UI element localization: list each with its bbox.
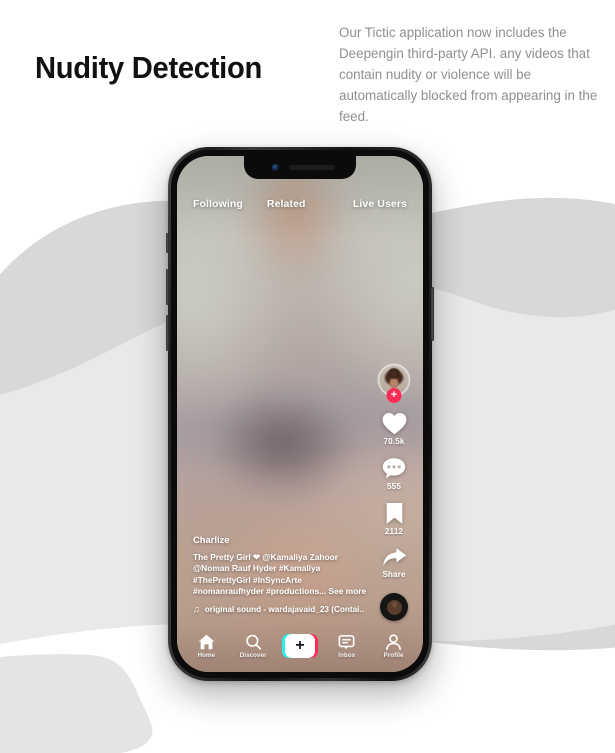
comment-icon — [382, 458, 406, 479]
tabbar-profile[interactable]: Profile — [373, 633, 415, 659]
like-count: 70.5k — [383, 437, 405, 446]
search-icon — [245, 634, 261, 650]
follow-plus-icon[interactable]: + — [386, 388, 402, 403]
action-rail: + 70.5k 555 2112 Share — [373, 364, 415, 621]
phone-mute-switch[interactable] — [166, 233, 169, 253]
comment-button[interactable]: 555 — [382, 457, 406, 491]
headline-block: Nudity Detection — [35, 50, 277, 86]
blob-hexagon — [0, 654, 153, 753]
comment-count: 555 — [387, 482, 401, 491]
tabbar-discover-label: Discover — [239, 651, 267, 659]
feed-top-tabs: Following Related Live Users — [177, 198, 423, 210]
like-button[interactable]: 70.5k — [382, 412, 407, 446]
create-plus-glyph: + — [284, 634, 315, 658]
inbox-message-icon — [338, 634, 355, 649]
caption-username[interactable]: Charlize — [193, 534, 353, 545]
record-cover-art — [386, 599, 402, 615]
page-description: Our Tictic application now includes the … — [339, 25, 598, 124]
share-arrow-icon — [382, 548, 406, 566]
tabbar-inbox[interactable]: Inbox — [326, 634, 368, 659]
page-title: Nudity Detection — [35, 50, 263, 85]
decoration-circle-small — [50, 725, 60, 735]
phone-notch — [244, 156, 356, 179]
tabbar-create[interactable]: + — [279, 634, 321, 658]
phone-power-button[interactable] — [431, 287, 434, 341]
plus-create-icon[interactable]: + — [281, 634, 318, 658]
front-camera-icon — [272, 164, 279, 171]
bookmark-count: 2112 — [384, 527, 404, 536]
phone-volume-up-button[interactable] — [166, 269, 169, 305]
earpiece-speaker — [289, 165, 335, 170]
creator-avatar-button[interactable]: + — [378, 364, 410, 403]
caption-line-2: @Noman Rauf Hyder #Kamaliya — [193, 563, 321, 574]
description-block: Our Tictic application now includes the … — [339, 22, 607, 127]
phone-screen: Following Related Live Users + 70.5k 555… — [177, 156, 423, 672]
tab-related[interactable]: Related — [267, 198, 306, 210]
see-more-link[interactable]: See more — [328, 586, 366, 596]
video-caption: Charlize The Pretty Girl ❤ @Kamaliya Zah… — [193, 534, 366, 614]
spinning-record-icon[interactable] — [380, 593, 408, 621]
caption-line-4-row: #nomanraufhyder #productions... See more — [193, 586, 366, 598]
home-icon — [198, 634, 215, 649]
person-icon — [386, 633, 402, 650]
share-label: Share — [382, 570, 406, 579]
bookmark-icon — [386, 503, 402, 524]
music-note-icon: ♫ — [193, 604, 200, 614]
caption-line-3: #ThePrettyGirl #InSyncArte — [193, 574, 302, 585]
tabbar-profile-label: Profile — [383, 651, 404, 659]
tabbar-home-label: Home — [197, 651, 216, 659]
caption-line-4: #nomanraufhyder #productions... — [193, 586, 327, 597]
heart-icon — [382, 412, 406, 435]
caption-line-1: The Pretty Girl ❤ @Kamaliya Zahoor — [193, 551, 339, 562]
phone-mockup: Following Related Live Users + 70.5k 555… — [166, 147, 434, 681]
decoration-circle-large — [58, 700, 82, 724]
tabbar-inbox-label: Inbox — [338, 651, 356, 659]
phone-volume-down-button[interactable] — [166, 315, 169, 351]
bookmark-button[interactable]: 2112 — [384, 502, 405, 536]
bottom-tab-bar: Home Discover + Inbox Profile — [177, 626, 423, 672]
tab-live-users[interactable]: Live Users — [353, 198, 407, 210]
share-button[interactable]: Share — [382, 547, 407, 579]
tabbar-discover[interactable]: Discover — [232, 634, 274, 659]
sound-title: original sound - wardajavaid_23 (Contai.… — [204, 604, 364, 614]
tabbar-home[interactable]: Home — [185, 634, 227, 659]
sound-row[interactable]: ♫ original sound - wardajavaid_23 (Conta… — [193, 604, 364, 614]
tab-following[interactable]: Following — [193, 198, 243, 210]
